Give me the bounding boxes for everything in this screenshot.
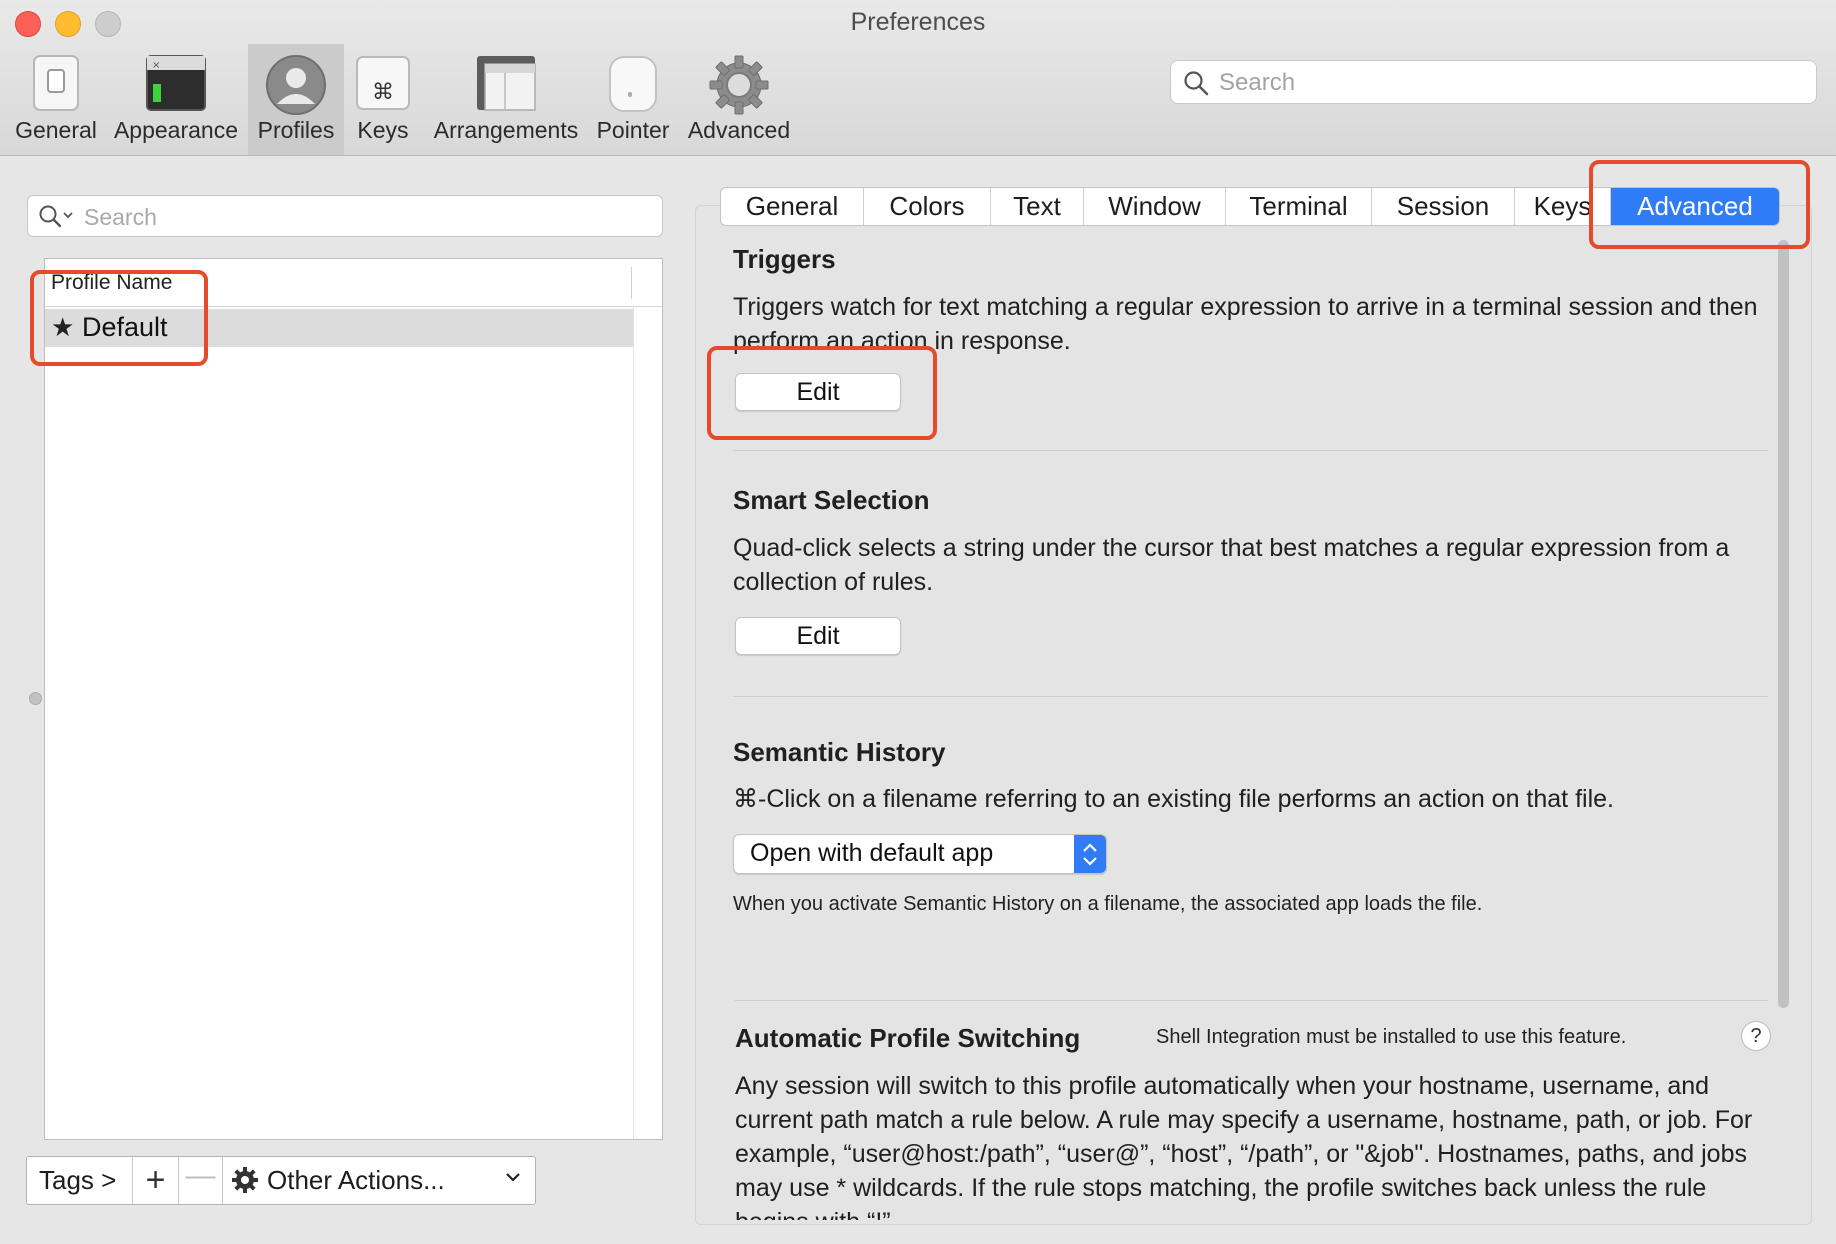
toolbar-advanced-label: Advanced (687, 117, 791, 143)
smart-selection-title: Smart Selection (733, 485, 930, 515)
toolbar-arrangements[interactable]: Arrangements (424, 44, 588, 155)
profile-search-input[interactable] (82, 196, 646, 238)
svg-text:⌘: ⌘ (372, 80, 394, 105)
window-toolbar: Preferences General × Appearance Profile… (0, 0, 1836, 156)
toolbar-keys[interactable]: ⌘ Keys (348, 44, 418, 155)
help-button[interactable]: ? (1741, 1021, 1771, 1051)
semantic-history-note: When you activate Semantic History on a … (733, 893, 1483, 915)
appearance-terminal-icon: × (146, 55, 206, 111)
add-profile-button[interactable]: + (133, 1157, 179, 1204)
other-actions-menu[interactable]: Other Actions... (223, 1157, 535, 1204)
toolbar-search-input[interactable] (1217, 61, 1801, 105)
up-down-chevron-icon (1083, 843, 1097, 866)
semantic-history-action-select[interactable]: Open with default app (733, 834, 1107, 874)
other-actions-label: Other Actions... (267, 1165, 445, 1195)
pointer-mouse-icon (609, 56, 657, 112)
general-switch-icon (33, 55, 79, 111)
profile-table: Profile Name ★ Default (44, 258, 663, 1140)
section-divider (735, 1000, 1768, 1001)
tab-session[interactable]: Session (1372, 188, 1515, 225)
toolbar-appearance-label: Appearance (113, 117, 239, 143)
tab-window[interactable]: Window (1084, 188, 1226, 225)
toolbar-appearance[interactable]: × Appearance (108, 44, 244, 155)
highlight-box-advanced-tab (1589, 160, 1810, 249)
tags-toggle-button[interactable]: Tags > (27, 1157, 133, 1204)
shell-integration-note: Shell Integration must be installed to u… (1156, 1026, 1627, 1048)
toolbar-profiles[interactable]: Profiles (248, 44, 344, 155)
chevron-down-icon (506, 1173, 520, 1182)
arrangements-windows-icon (477, 56, 536, 111)
search-icon (1184, 71, 1209, 96)
section-divider (733, 450, 1768, 451)
toolbar-advanced[interactable]: Advanced (684, 44, 794, 155)
toolbar-keys-label: Keys (357, 117, 409, 143)
semantic-history-selected-value: Open with default app (750, 839, 994, 867)
toolbar-general[interactable]: General (6, 44, 106, 155)
profile-search-field[interactable] (27, 195, 663, 238)
toolbar-pointer[interactable]: Pointer (592, 44, 674, 155)
semantic-history-description: ⌘-Click on a filename referring to an ex… (733, 785, 1614, 813)
remove-profile-button[interactable]: — (179, 1157, 223, 1204)
column-separator (631, 267, 632, 299)
split-view-handle[interactable] (29, 692, 42, 705)
tab-general[interactable]: General (721, 188, 864, 225)
window-title: Preferences (850, 8, 986, 36)
toolbar-profiles-label: Profiles (257, 117, 335, 143)
highlight-box-triggers-edit (707, 346, 937, 440)
tab-colors[interactable]: Colors (864, 188, 991, 225)
triggers-title: Triggers (733, 244, 836, 274)
tab-terminal[interactable]: Terminal (1226, 188, 1372, 225)
advanced-gear-icon (709, 55, 769, 115)
gear-icon (232, 1167, 258, 1193)
keys-command-icon: ⌘ (356, 56, 410, 110)
section-divider (733, 696, 1768, 697)
toolbar-search-field[interactable] (1170, 60, 1817, 105)
smart-selection-description: Quad-click selects a string under the cu… (733, 534, 1730, 596)
table-vertical-divider (633, 307, 634, 1139)
auto-profile-switching-title: Automatic Profile Switching (735, 1023, 1081, 1053)
tab-text[interactable]: Text (991, 188, 1084, 225)
toolbar-arrangements-label: Arrangements (433, 117, 579, 143)
profiles-user-icon (266, 55, 326, 115)
toolbar-general-label: General (15, 117, 97, 143)
highlight-box-default-profile (30, 270, 208, 366)
search-menu-icon (39, 205, 73, 228)
smart-selection-edit-button[interactable]: Edit (735, 617, 901, 655)
svg-text:×: × (152, 60, 160, 71)
select-stepper-arrows (1074, 835, 1106, 873)
semantic-history-title: Semantic History (733, 737, 946, 767)
toolbar-pointer-label: Pointer (596, 117, 670, 143)
profile-actions-bar: Tags > + — Other Actions... (26, 1156, 536, 1205)
scrollbar-thumb[interactable] (1778, 240, 1789, 1008)
auto-profile-switching-description: Any session will switch to this profile … (735, 1072, 1753, 1220)
